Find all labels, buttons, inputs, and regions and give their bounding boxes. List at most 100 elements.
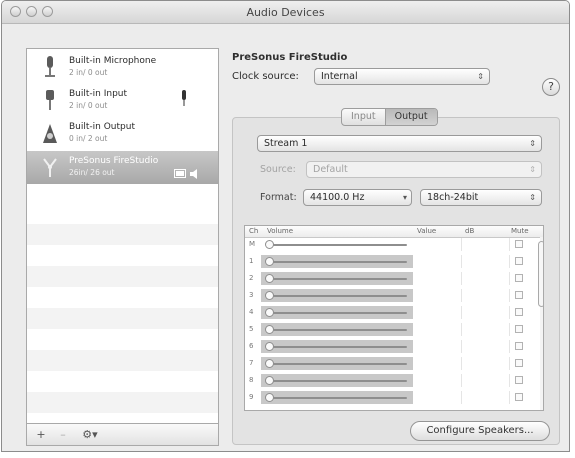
volume-slider[interactable]: [265, 393, 274, 402]
popup-arrows-icon: ⇕: [529, 139, 536, 148]
table-row: 7: [245, 356, 543, 371]
table-row: 1: [245, 254, 543, 269]
device-name: Built-in Microphone: [69, 56, 157, 66]
device-channels: 2 in/ 0 out: [69, 68, 108, 77]
device-channels: 0 in/ 2 out: [69, 134, 108, 143]
table-scrollbar-thumb[interactable]: [538, 241, 543, 307]
channel-number: 7: [249, 359, 254, 367]
table-row: 9: [245, 390, 543, 405]
table-row: 6: [245, 339, 543, 354]
source-value: Default: [313, 164, 348, 175]
configure-speakers-button[interactable]: Configure Speakers...: [410, 421, 550, 441]
db-cell: [463, 374, 510, 387]
table-row-master: M: [245, 237, 543, 252]
line-input-icon: [46, 90, 54, 110]
stream-popup[interactable]: Stream 1 ⇕: [257, 135, 542, 152]
sample-rate-combo[interactable]: 44100.0 Hz ▾: [303, 189, 412, 206]
stream-value: Stream 1: [264, 138, 308, 149]
mute-checkbox[interactable]: [515, 393, 523, 401]
source-popup[interactable]: Default ⇕: [306, 161, 542, 178]
default-output-display-icon: [174, 169, 186, 178]
mute-checkbox[interactable]: [515, 325, 523, 333]
channel-number: 9: [249, 393, 254, 401]
channel-number: M: [249, 240, 256, 248]
value-cell: [415, 374, 462, 387]
channel-number: 2: [249, 274, 254, 282]
mute-checkbox[interactable]: [515, 291, 523, 299]
volume-slider[interactable]: [265, 308, 274, 317]
default-input-microphone-icon: [182, 90, 186, 106]
mute-checkbox[interactable]: [515, 240, 523, 248]
db-cell: [463, 238, 510, 251]
volume-slider[interactable]: [265, 257, 274, 266]
db-cell: [463, 255, 510, 268]
db-cell: [463, 306, 510, 319]
popup-arrows-icon: ⇕: [477, 72, 484, 81]
mute-checkbox[interactable]: [515, 257, 523, 265]
mute-checkbox[interactable]: [515, 308, 523, 316]
selected-device-title: PreSonus FireStudio: [232, 52, 348, 63]
db-cell: [463, 391, 510, 404]
channel-number: 1: [249, 257, 254, 265]
device-row-built-in-input[interactable]: Built-in Input 2 in/ 0 out: [27, 84, 218, 117]
volume-slider[interactable]: [265, 274, 274, 283]
tab-output[interactable]: Output: [384, 109, 437, 125]
device-name: Built-in Input: [69, 89, 128, 99]
channel-number: 6: [249, 342, 254, 350]
value-cell: [415, 255, 462, 268]
volume-slider[interactable]: [265, 291, 274, 300]
device-channels: 26in/ 26 out: [69, 168, 115, 177]
format-label: Format:: [260, 192, 297, 203]
gear-menu-button[interactable]: ⚙▾: [79, 428, 101, 441]
channel-number: 4: [249, 308, 254, 316]
microphone-icon: [45, 56, 55, 77]
value-cell: [415, 323, 462, 336]
value-cell: [415, 340, 462, 353]
column-header-ch: Ch: [249, 227, 259, 235]
value-cell: [415, 272, 462, 285]
value-cell: [415, 289, 462, 302]
device-list[interactable]: Built-in Microphone 2 in/ 0 out Built-in…: [26, 48, 219, 424]
mute-checkbox[interactable]: [515, 376, 523, 384]
device-row-presonus-firestudio[interactable]: PreSonus FireStudio 26in/ 26 out: [27, 151, 218, 184]
clock-source-popup[interactable]: Internal ⇕: [314, 68, 490, 85]
db-cell: [463, 289, 510, 302]
speaker-icon: [43, 124, 57, 143]
column-header-value: Value: [417, 227, 437, 235]
volume-slider[interactable]: [265, 325, 274, 334]
column-header-db: dB: [465, 227, 475, 235]
source-label: Source:: [260, 164, 296, 175]
window-title: Audio Devices: [246, 6, 325, 19]
clock-source-label: Clock source:: [232, 71, 299, 82]
volume-slider[interactable]: [265, 342, 274, 351]
add-device-button[interactable]: +: [35, 428, 47, 441]
bit-format-value: 18ch-24bit: [427, 192, 479, 203]
channel-number: 3: [249, 291, 254, 299]
chevron-down-icon: ▾: [402, 193, 407, 202]
mute-checkbox[interactable]: [515, 359, 523, 367]
device-row-built-in-output[interactable]: Built-in Output 0 in/ 2 out: [27, 117, 218, 150]
volume-slider[interactable]: [265, 359, 274, 368]
value-cell: [415, 238, 462, 251]
volume-slider[interactable]: [265, 240, 274, 249]
table-row: 2: [245, 271, 543, 286]
volume-slider[interactable]: [265, 376, 274, 385]
input-output-tabs: Input Output: [341, 108, 438, 126]
column-header-mute: Mute: [511, 227, 529, 235]
clock-source-value: Internal: [321, 71, 358, 82]
channel-number: 5: [249, 325, 254, 333]
db-cell: [463, 323, 510, 336]
table-row: 5: [245, 322, 543, 337]
device-row-built-in-microphone[interactable]: Built-in Microphone 2 in/ 0 out: [27, 51, 218, 84]
db-cell: [463, 272, 510, 285]
tab-input[interactable]: Input: [342, 109, 385, 125]
table-row: 3: [245, 288, 543, 303]
bit-format-popup[interactable]: 18ch-24bit ⇕: [420, 189, 542, 206]
sample-rate-value: 44100.0 Hz: [310, 192, 365, 203]
mute-checkbox[interactable]: [515, 274, 523, 282]
help-button[interactable]: ?: [542, 78, 560, 96]
mute-checkbox[interactable]: [515, 342, 523, 350]
channel-volume-table: Ch Volume Value dB Mute M 1 2 3 4 5 6 7 …: [244, 225, 544, 411]
remove-device-button[interactable]: –: [57, 428, 69, 441]
popup-arrows-icon: ⇕: [529, 193, 536, 202]
